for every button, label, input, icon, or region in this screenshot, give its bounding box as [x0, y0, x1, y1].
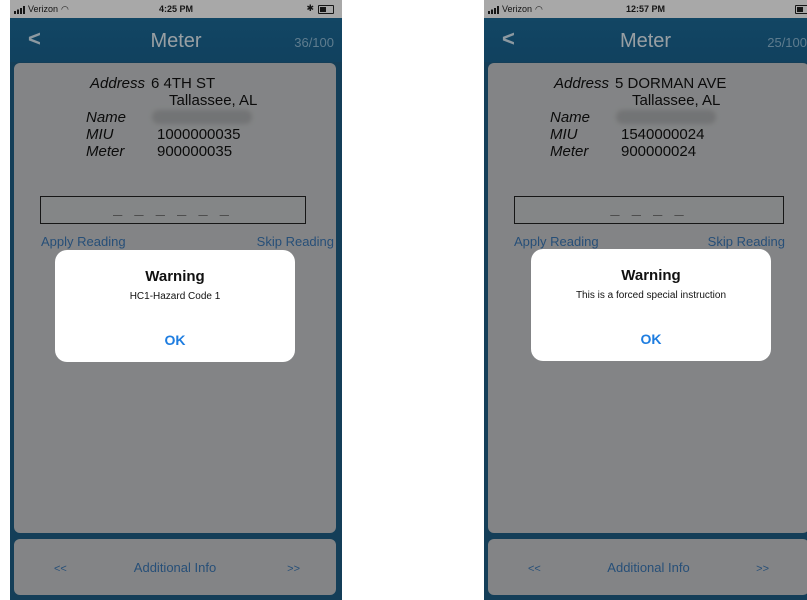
dialog-message: This is a forced special instruction: [575, 290, 727, 301]
phone-screen-right: Verizon ◠ 12:57 PM < Meter 25/100 Address…: [484, 0, 807, 600]
dialog-title: Warning: [145, 268, 205, 285]
dialog-title: Warning: [621, 267, 681, 284]
dialog-ok-button[interactable]: OK: [55, 332, 295, 348]
dialog-ok-button[interactable]: OK: [531, 331, 771, 347]
dialog-message: HC1-Hazard Code 1: [129, 291, 221, 302]
warning-dialog: Warning This is a forced special instruc…: [531, 249, 771, 361]
warning-dialog: Warning HC1-Hazard Code 1 OK: [55, 250, 295, 362]
phone-screen-left: Verizon ◠ 4:25 PM ✱ < Meter 36/100 Addres…: [10, 0, 342, 600]
